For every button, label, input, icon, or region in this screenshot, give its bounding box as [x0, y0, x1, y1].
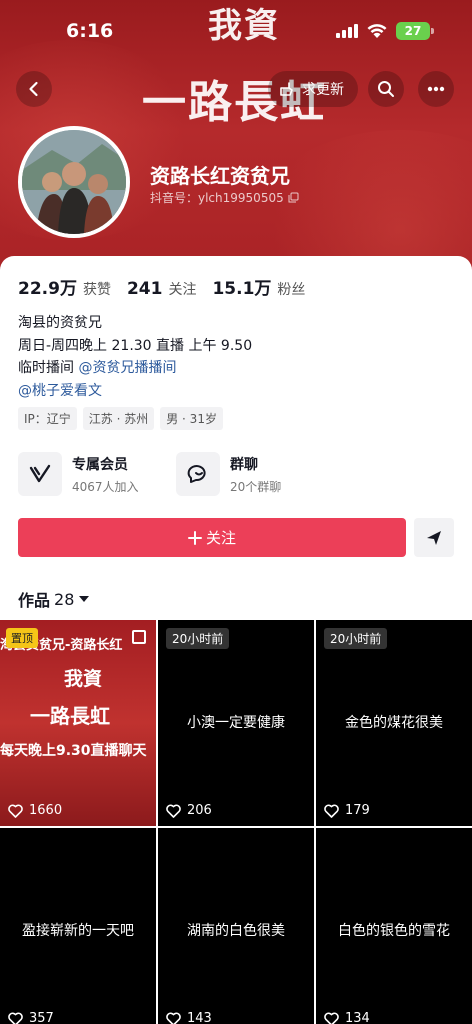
chat-bubble-icon [176, 452, 220, 496]
bio-line: 临时播间 @资贫兄播播间 [18, 357, 252, 380]
heart-icon [8, 1011, 23, 1024]
wifi-icon [367, 24, 387, 38]
follow-label: 关注 [205, 529, 236, 547]
heart-icon [166, 803, 181, 818]
copy-icon [288, 192, 299, 203]
cover-line: 一路長虹 [30, 704, 110, 728]
cover-text: 金色的煤花很美 [345, 715, 443, 731]
time-badge: 20小时前 [166, 628, 230, 649]
member-subtitle: 4067人加入 [72, 479, 139, 494]
stat-following-value: 241 [126, 279, 163, 299]
heart-icon [324, 803, 339, 818]
group-title: 群聊 [230, 456, 258, 473]
mention-link[interactable]: @资贫兄播播间 [78, 360, 176, 376]
more-dots-icon [427, 86, 445, 92]
group-subtitle: 20个群聊 [230, 479, 282, 494]
tag-location: 江苏 · 苏州 [82, 407, 155, 430]
bio-line: 淘县的资贫兄 [18, 315, 102, 331]
like-count-text: 134 [345, 1011, 370, 1024]
tag-gender-age: 男 · 31岁 [160, 407, 223, 430]
exclusive-member-entry[interactable]: 专属会员 4067人加入 [18, 452, 139, 496]
search-button[interactable] [368, 71, 404, 107]
stat-following-label: 关注 [168, 282, 197, 298]
heart-icon [8, 803, 23, 818]
send-icon [427, 530, 441, 545]
request-update-label: 求更新 [302, 82, 344, 98]
heart-icon [166, 1011, 181, 1024]
group-chat-entry[interactable]: 群聊 20个群聊 [176, 452, 281, 496]
request-update-button[interactable]: 求更新 [268, 71, 358, 107]
profile-bio: 淘县的资贫兄 周日-周四晚上 21.30 直播 上午 9.50 临时播间 @资贫… [18, 312, 252, 402]
video-thumbnail[interactable]: 20小时前 金色的煤花很美 179 [316, 620, 472, 826]
like-count: 206 [166, 803, 212, 818]
like-count: 1660 [8, 803, 62, 818]
cover-text: 白色的银色的雪花 [338, 923, 450, 939]
works-label: 作品 [18, 591, 51, 610]
stat-followers-value: 15.1万 [212, 279, 272, 299]
recommend-button[interactable] [414, 518, 454, 557]
profile-nickname: 资路长红资贫兄 [150, 164, 290, 188]
battery-indicator: 27 [396, 22, 434, 40]
member-icon [18, 452, 62, 496]
like-count-text: 1660 [29, 803, 63, 818]
member-title: 专属会员 [72, 456, 128, 473]
status-bar: 6:16 27 [0, 0, 472, 60]
profile-sheet: 22.9万 获赞 241 关注 15.1万 粉丝 淘县的资贫兄 周日-周四晚上 … [0, 256, 472, 620]
bio-line: 周日-周四晚上 21.30 直播 上午 9.50 [18, 337, 253, 354]
douyin-id[interactable]: 抖音号：ylch19950505 [150, 189, 299, 206]
like-count: 357 [8, 1011, 54, 1024]
like-count-text: 179 [345, 803, 370, 818]
profile-stats: 22.9万 获赞 241 关注 15.1万 粉丝 [18, 274, 321, 299]
video-thumbnail[interactable]: 盈接崭新的一天吧 357 [0, 828, 156, 1024]
stat-followers[interactable]: 15.1万 粉丝 [212, 274, 305, 299]
profile-tags: IP：辽宁 江苏 · 苏州 男 · 31岁 [18, 407, 223, 430]
more-button[interactable] [418, 71, 454, 107]
heart-icon [324, 1011, 339, 1024]
pinned-badge: 置顶 [6, 628, 38, 648]
cover-line: 每天晚上9.30直播聊天 [0, 743, 147, 759]
status-time: 6:16 [66, 20, 114, 42]
like-count-text: 206 [187, 803, 212, 818]
plus-icon [187, 530, 202, 545]
works-grid: 置顶 淘县资贫兄-资路长红 我資 一路長虹 每天晚上9.30直播聊天 1660 … [0, 620, 472, 1024]
like-count: 134 [324, 1011, 370, 1024]
cover-text: 盈接崭新的一天吧 [22, 923, 134, 939]
search-icon [378, 81, 394, 97]
cover-text: 湖南的白色很美 [187, 923, 285, 939]
works-tab[interactable]: 作品 28 [18, 587, 90, 611]
hand-point-icon [280, 82, 293, 96]
bio-text: 临时播间 [18, 360, 79, 376]
video-thumbnail[interactable]: 湖南的白色很美 143 [158, 828, 314, 1024]
avatar-photo-icon [22, 130, 126, 234]
time-badge: 20小时前 [324, 628, 388, 649]
caret-down-icon [79, 596, 90, 602]
cover-line: 我資 [64, 668, 103, 690]
video-thumbnail[interactable]: 20小时前 小澳一定要健康 206 [158, 620, 314, 826]
stat-followers-label: 粉丝 [277, 282, 306, 298]
chevron-left-icon [29, 81, 38, 97]
stat-likes[interactable]: 22.9万 获赞 [18, 274, 111, 299]
stat-likes-label: 获赞 [82, 282, 111, 298]
cover-text: 小澳一定要健康 [187, 715, 285, 731]
douyin-id-text: 抖音号：ylch19950505 [150, 191, 284, 205]
stat-likes-value: 22.9万 [18, 279, 77, 299]
video-thumbnail-pinned[interactable]: 置顶 淘县资贫兄-资路长红 我資 一路長虹 每天晚上9.30直播聊天 1660 [0, 620, 156, 826]
works-count: 28 [54, 589, 75, 609]
avatar[interactable] [18, 126, 130, 238]
like-count-text: 357 [29, 1011, 54, 1024]
mention-link[interactable]: @桃子爱看文 [18, 383, 102, 399]
like-count: 143 [166, 1011, 212, 1024]
back-button[interactable] [16, 71, 52, 107]
signal-icon [336, 24, 358, 38]
video-thumbnail[interactable]: 白色的银色的雪花 134 [316, 828, 472, 1024]
like-count: 179 [324, 803, 370, 818]
tag-ip: IP：辽宁 [18, 407, 77, 430]
stat-following[interactable]: 241 关注 [127, 279, 197, 299]
like-count-text: 143 [187, 1011, 212, 1024]
follow-button[interactable]: 关注 [18, 518, 406, 557]
collection-icon [132, 630, 146, 644]
